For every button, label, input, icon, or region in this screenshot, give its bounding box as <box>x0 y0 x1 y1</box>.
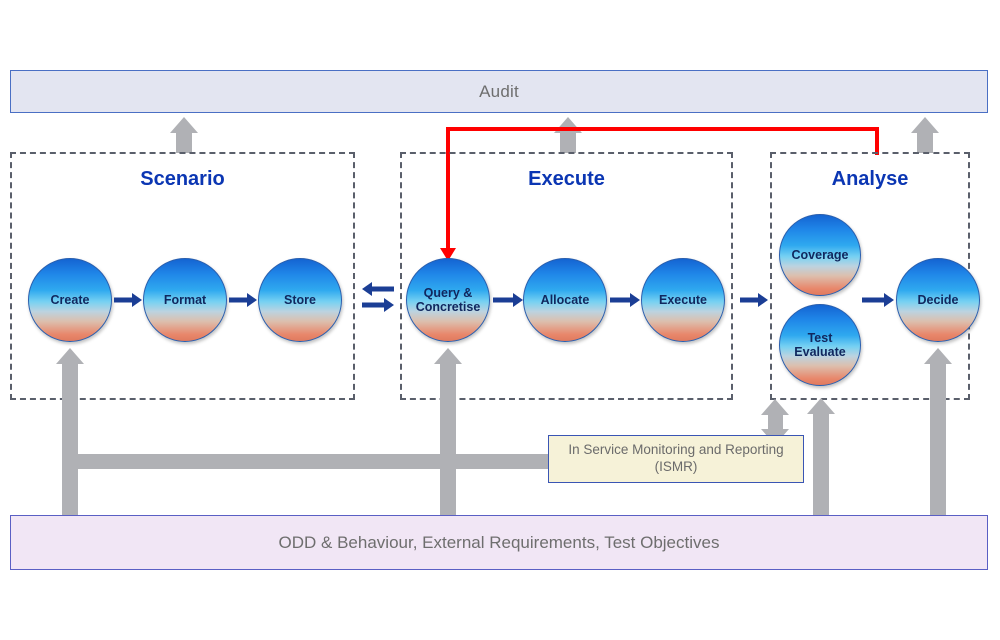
audit-bar: Audit <box>10 70 988 113</box>
arrow-execute-to-analyse <box>740 292 768 308</box>
node-query-label-line2: Concretise <box>415 300 481 314</box>
arrow-allocate-to-execute <box>610 292 640 308</box>
node-test-evaluate-label-line2: Evaluate <box>794 345 846 359</box>
node-create-label: Create <box>50 292 90 307</box>
node-decide[interactable]: Decide <box>896 258 980 342</box>
node-coverage[interactable]: Coverage <box>779 214 861 296</box>
arrow-create-to-format <box>114 292 142 308</box>
diagram-canvas: Audit Scenario Create Format Store Execu… <box>0 0 1000 640</box>
node-test-evaluate-label-line1: Test <box>807 330 833 345</box>
arrow-execute-to-scenario <box>362 281 394 297</box>
arrow-scenario-to-execute <box>362 297 394 313</box>
requirements-label: ODD & Behaviour, External Requirements, … <box>278 532 720 552</box>
ismr-label-line1: In Service Monitoring and Reporting <box>568 442 784 458</box>
node-store-label: Store <box>284 292 316 307</box>
ismr-label-line2: (ISMR) <box>654 459 698 474</box>
arrow-analyse-to-decide <box>862 292 894 308</box>
node-test-evaluate[interactable]: Test Evaluate <box>779 304 861 386</box>
node-allocate-label: Allocate <box>540 292 590 307</box>
node-store[interactable]: Store <box>258 258 342 342</box>
node-query-label-line1: Query & <box>423 285 473 300</box>
node-format[interactable]: Format <box>143 258 227 342</box>
requirements-bar: ODD & Behaviour, External Requirements, … <box>10 515 988 570</box>
node-execute-label: Execute <box>659 292 707 307</box>
phase-title-scenario: Scenario <box>140 168 225 190</box>
node-allocate[interactable]: Allocate <box>523 258 607 342</box>
node-create[interactable]: Create <box>28 258 112 342</box>
phase-title-analyse: Analyse <box>831 168 909 190</box>
ismr-box: In Service Monitoring and Reporting (ISM… <box>548 435 804 483</box>
audit-label: Audit <box>479 81 519 101</box>
arrow-format-to-store <box>229 292 257 308</box>
node-coverage-label: Coverage <box>791 247 849 262</box>
node-format-label: Format <box>163 292 207 307</box>
node-execute[interactable]: Execute <box>641 258 725 342</box>
node-query-concretise[interactable]: Query & Concretise <box>406 258 490 342</box>
node-decide-label: Decide <box>917 292 959 307</box>
arrow-query-to-allocate <box>493 292 523 308</box>
grey-connector-to-ismr <box>70 454 553 469</box>
phase-title-execute: Execute <box>528 168 605 190</box>
